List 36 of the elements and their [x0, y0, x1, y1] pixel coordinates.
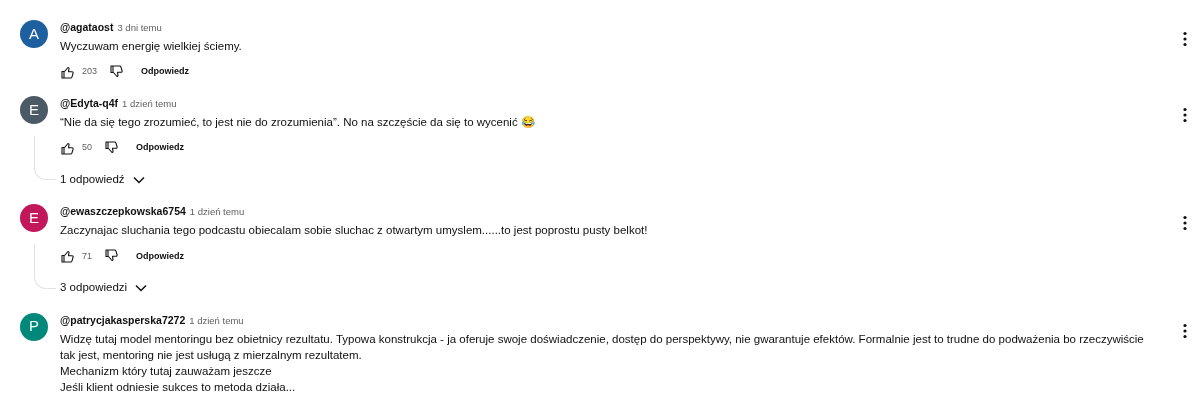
- like-count: 203: [82, 65, 98, 79]
- username[interactable]: @patrycjakasperska7272: [60, 312, 186, 327]
- thread-line: [34, 136, 56, 181]
- username[interactable]: @agataost: [60, 20, 114, 34]
- avatar[interactable]: A: [20, 20, 48, 48]
- thumbs-up-icon[interactable]: [60, 249, 74, 264]
- replies-toggle[interactable]: 1 odpowiedź: [60, 171, 145, 189]
- avatar[interactable]: E: [20, 204, 48, 233]
- reply-button[interactable]: Odpowiedz: [123, 65, 190, 79]
- comment-text: Wyczuwam energię wielkiej ściemy.: [60, 39, 243, 54]
- comment-text: “Nie da się tego zrozumieć, to jest nie do zrozumienia”. No na szczęście da się to wycenić 😂: [60, 115, 536, 130]
- thread-line: [34, 244, 56, 289]
- chevron-down-icon: [132, 175, 145, 184]
- timestamp[interactable]: 1 dzień temu: [122, 97, 177, 111]
- reply-button[interactable]: Odpowiedz: [118, 249, 184, 263]
- thumbs-down-icon[interactable]: [104, 141, 118, 155]
- timestamp[interactable]: 1 dzień temu: [189, 313, 244, 328]
- thumbs-up-icon[interactable]: [60, 141, 74, 155]
- comment-text: Zaczynajac sluchania tego podcastu obiecalam sobie sluchac z otwartym umyslem......to jest poprostu pusty belkot!: [60, 223, 649, 239]
- comment-text: Widzę tutaj model mentoringu bez obietnicy rezultatu. Typowa konstrukcja - ja oferuje swoje doświadczenie, dostęp do perspektywy, nie gwarantuje efektów. Formalnie jest to trudne do podważenia bo rzeczywiście tak jest, mentoring nie jest usługą z mierzalnym rezultatem.: [60, 331, 1145, 363]
- reply-button[interactable]: Odpowiedz: [118, 141, 184, 155]
- thumbs-up-icon[interactable]: [60, 65, 74, 79]
- avatar[interactable]: P: [20, 312, 48, 341]
- timestamp[interactable]: 1 dzień temu: [189, 205, 245, 220]
- comment-text: Jeśli klient odniesie sukces to metoda działa...: [60, 379, 297, 395]
- like-count: 71: [82, 249, 92, 263]
- comment-text: Mechanizm który tutaj zauważam jeszcze: [60, 363, 273, 379]
- thumbs-down-icon[interactable]: [104, 249, 118, 264]
- chevron-down-icon: [135, 283, 148, 292]
- avatar[interactable]: E: [20, 96, 48, 124]
- username[interactable]: @ewaszczepkowska6754: [60, 204, 186, 219]
- like-count: 50: [82, 141, 92, 155]
- thumbs-down-icon[interactable]: [109, 65, 124, 79]
- replies-toggle[interactable]: 3 odpowiedzi: [60, 279, 148, 297]
- timestamp[interactable]: 3 dni temu: [117, 21, 162, 35]
- username[interactable]: @Edyta-q4f: [60, 96, 119, 110]
